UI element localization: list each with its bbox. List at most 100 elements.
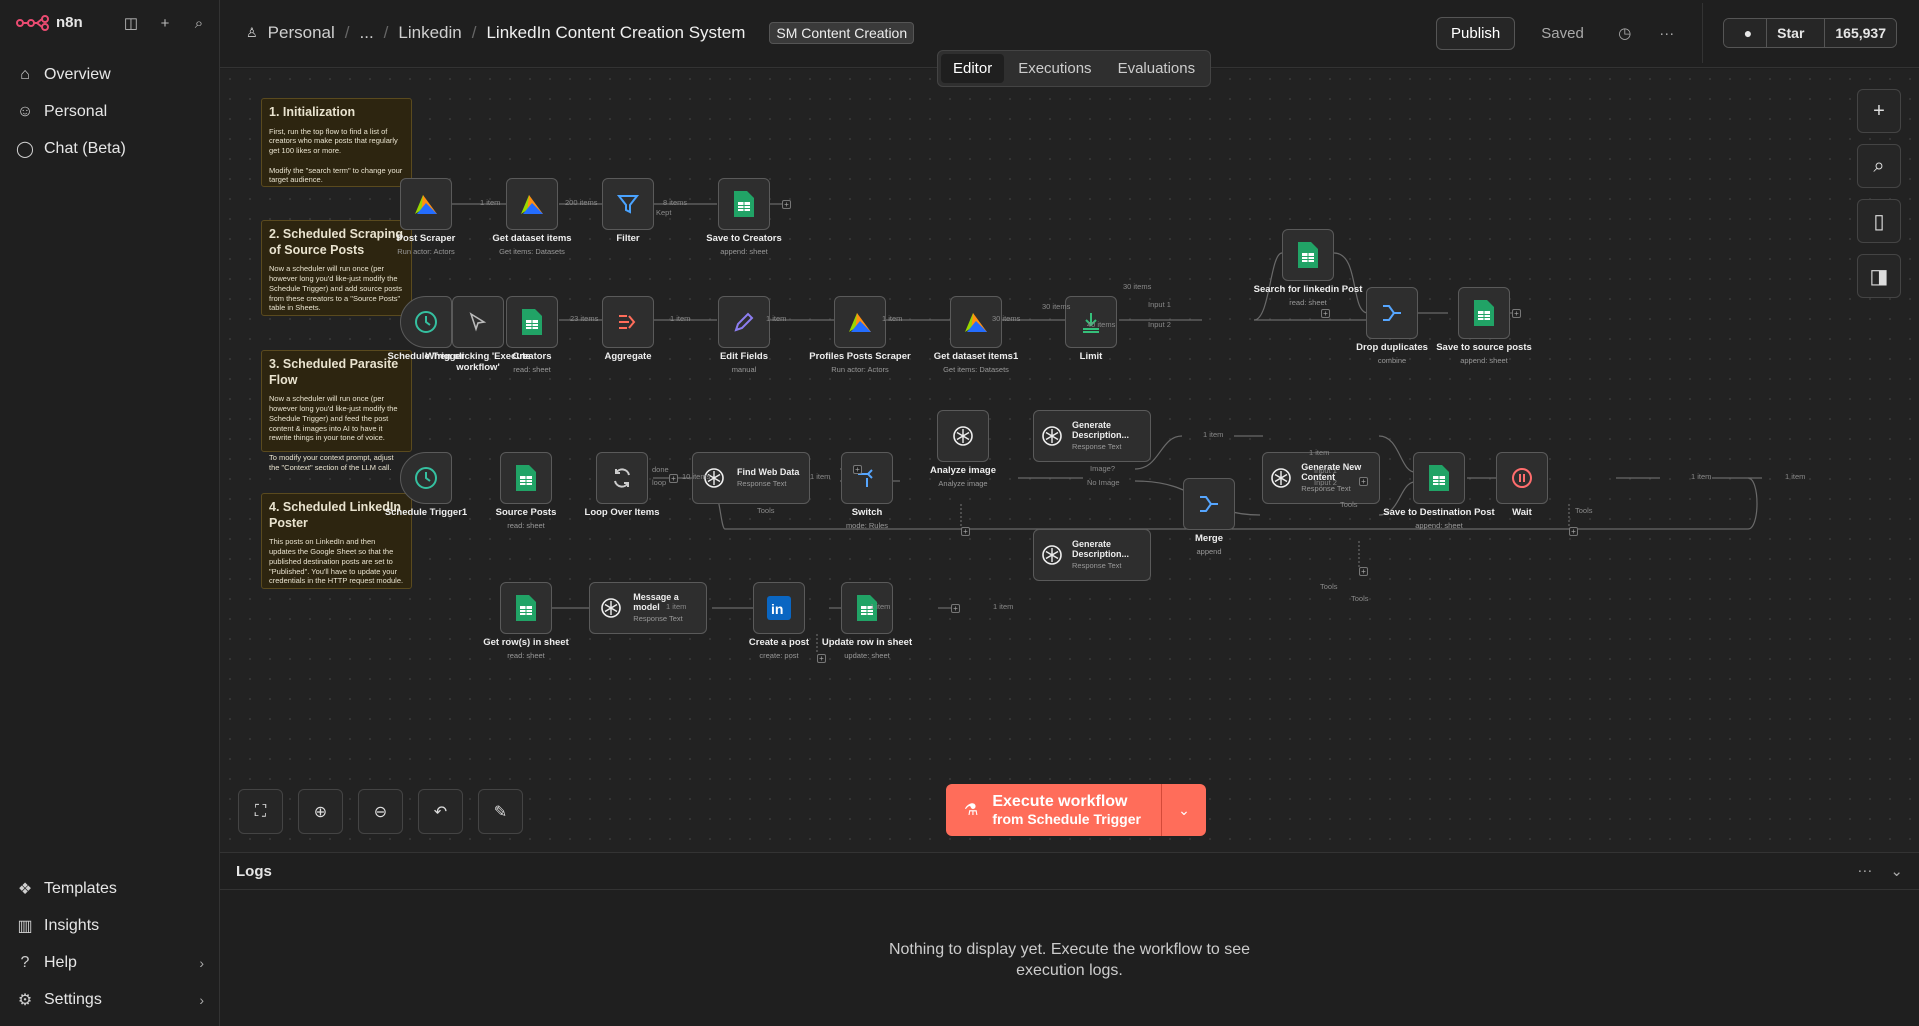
node-message-a-model[interactable]: Message a model Response Text [589,582,707,634]
zoom-out-button[interactable]: ⊖ [358,789,403,834]
fit-view-button[interactable]: ⛶ [238,789,283,834]
logs-title: Logs [236,862,272,880]
node-schedule-trigger[interactable] [400,296,452,348]
node-filter[interactable] [602,178,654,230]
workflow-canvas[interactable]: 1. Initialization First, run the top flow… [220,69,1919,852]
undo-button[interactable]: ↶ [418,789,463,834]
add-connection-button[interactable]: + [1321,309,1330,318]
node-label: Get dataset items1 [933,351,1019,362]
add-connection-button[interactable]: + [1359,567,1368,576]
sidebar-item-templates[interactable]: ❖ Templates [0,870,220,907]
node-merge[interactable] [1183,478,1235,530]
node-subtitle: append: sheet [1460,356,1508,365]
add-connection-button[interactable]: + [853,465,862,474]
chevron-down-icon[interactable]: ⌄ [1162,784,1206,836]
add-connection-button[interactable]: + [782,200,791,209]
github-star-button[interactable]: ● Star 165,937 [1722,18,1897,48]
node-post-scraper[interactable] [400,178,452,230]
node-label: Analyze image [930,465,996,476]
add-connection-button[interactable]: + [669,474,678,483]
edge-label: 23 items [570,314,599,323]
node-get-row-s-in-sheet[interactable] [500,582,552,634]
more-options-icon[interactable]: ··· [1652,18,1682,48]
add-connection-button[interactable]: + [1569,527,1578,536]
node-subtitle: Run actor: Actors [831,365,889,374]
sidebar-item-insights[interactable]: ▥ Insights [0,907,220,944]
sidebar-toggle-icon[interactable]: ◫ [122,14,140,32]
add-icon[interactable]: + [156,14,174,32]
edge-label: Image? [1090,464,1116,473]
n8n-logo[interactable]: n8n [16,14,83,31]
add-connection-button[interactable]: + [961,527,970,536]
node-save-to-creators[interactable] [718,178,770,230]
tab-evaluations[interactable]: Evaluations [1106,54,1208,83]
node-generate-description[interactable]: Generate Description... Response Text [1033,410,1151,462]
node-switch[interactable] [841,452,893,504]
node-search-for-linkedin-post[interactable] [1282,229,1334,281]
node-save-to-destination-post[interactable] [1413,452,1465,504]
sidebar-item-chat[interactable]: ◯ Chat (Beta) [0,130,220,167]
app-name: n8n [56,14,83,31]
node-loop-over-items[interactable] [596,452,648,504]
node-wait[interactable] [1496,452,1548,504]
node-label: Switch [851,507,883,518]
breadcrumb-personal[interactable]: Personal [268,23,335,43]
help-icon: ? [20,953,30,971]
breadcrumb-ellipsis[interactable]: ... [360,23,374,43]
node-save-to-source-posts[interactable] [1458,287,1510,339]
more-options-icon[interactable]: ··· [1857,862,1872,880]
node-generate-description[interactable]: Generate Description... Response Text [1033,529,1151,581]
breadcrumb-separator: / [471,23,477,42]
history-icon[interactable]: ◷ [1610,18,1640,48]
node-create-a-post[interactable]: in [753,582,805,634]
node-source-posts[interactable] [500,452,552,504]
node-creators[interactable] [506,296,558,348]
sticky-note-3[interactable]: 3. Scheduled Parasite Flow Now a schedule… [261,350,412,472]
chevron-down-icon[interactable]: ⌄ [1890,862,1903,880]
add-connection-button[interactable]: + [817,654,826,663]
node-profiles-posts-scraper[interactable] [834,296,886,348]
workflow-title[interactable]: LinkedIn Content Creation System [486,23,745,43]
apify-icon [411,189,441,219]
breadcrumb-folder[interactable]: Linkedin [398,23,461,43]
sidebar-item-overview[interactable]: ⌂ Overview [0,56,220,93]
node-schedule-trigger1[interactable] [400,452,452,504]
logs-panel: Logs ··· ⌄ Nothing to display yet. Execut… [220,852,1919,1026]
sheets-icon [1293,240,1323,270]
node-label: Edit Fields [719,351,769,362]
search-nodes-button[interactable]: ⌕ [1857,144,1901,188]
sidebar-item-personal[interactable]: ☺ Personal [0,93,220,130]
tab-executions[interactable]: Executions [1006,54,1103,83]
sticky-note-1[interactable]: 1. Initialization First, run the top flow… [261,98,412,187]
add-node-button[interactable]: + [1857,89,1901,133]
workflow-tag[interactable]: SM Content Creation [769,22,915,44]
edge-label: 8 items [663,198,688,207]
node-analyze-image[interactable] [937,410,989,462]
node-label: Save to Creators [706,233,782,244]
search-icon[interactable]: ⌕ [190,14,208,32]
add-connection-button[interactable]: + [951,604,960,613]
node-edit-fields[interactable] [718,296,770,348]
zoom-in-button[interactable]: ⊕ [298,789,343,834]
node-drop-duplicates[interactable] [1366,287,1418,339]
publish-button[interactable]: Publish [1436,16,1516,50]
node-get-dataset-items[interactable] [506,178,558,230]
tab-editor[interactable]: Editor [941,54,1005,83]
node-subtitle: append [1196,547,1222,556]
divider [1701,3,1703,63]
sidebar-item-settings[interactable]: ⚙ Settings › [0,981,220,1018]
node-when-clicking-execute-workflow[interactable] [452,296,504,348]
flask-icon: ⚗ [964,802,979,819]
add-connection-button[interactable]: + [1359,477,1368,486]
add-connection-button[interactable]: + [1512,309,1521,318]
execute-workflow-button[interactable]: ⚗ Execute workflow from Schedule Trigger … [946,784,1206,836]
apify-icon [517,189,547,219]
node-label: Generate Description... [1072,419,1130,440]
edge-label: 1 item [993,602,1014,611]
sticky-note-button[interactable]: ▯ [1857,199,1901,243]
tidy-up-button[interactable]: ✎ [478,789,523,834]
edge-label: 200 items [565,198,598,207]
node-aggregate[interactable] [602,296,654,348]
sidebar-item-help[interactable]: ? Help › [0,944,220,981]
toggle-panel-button[interactable]: ◨ [1857,254,1901,298]
